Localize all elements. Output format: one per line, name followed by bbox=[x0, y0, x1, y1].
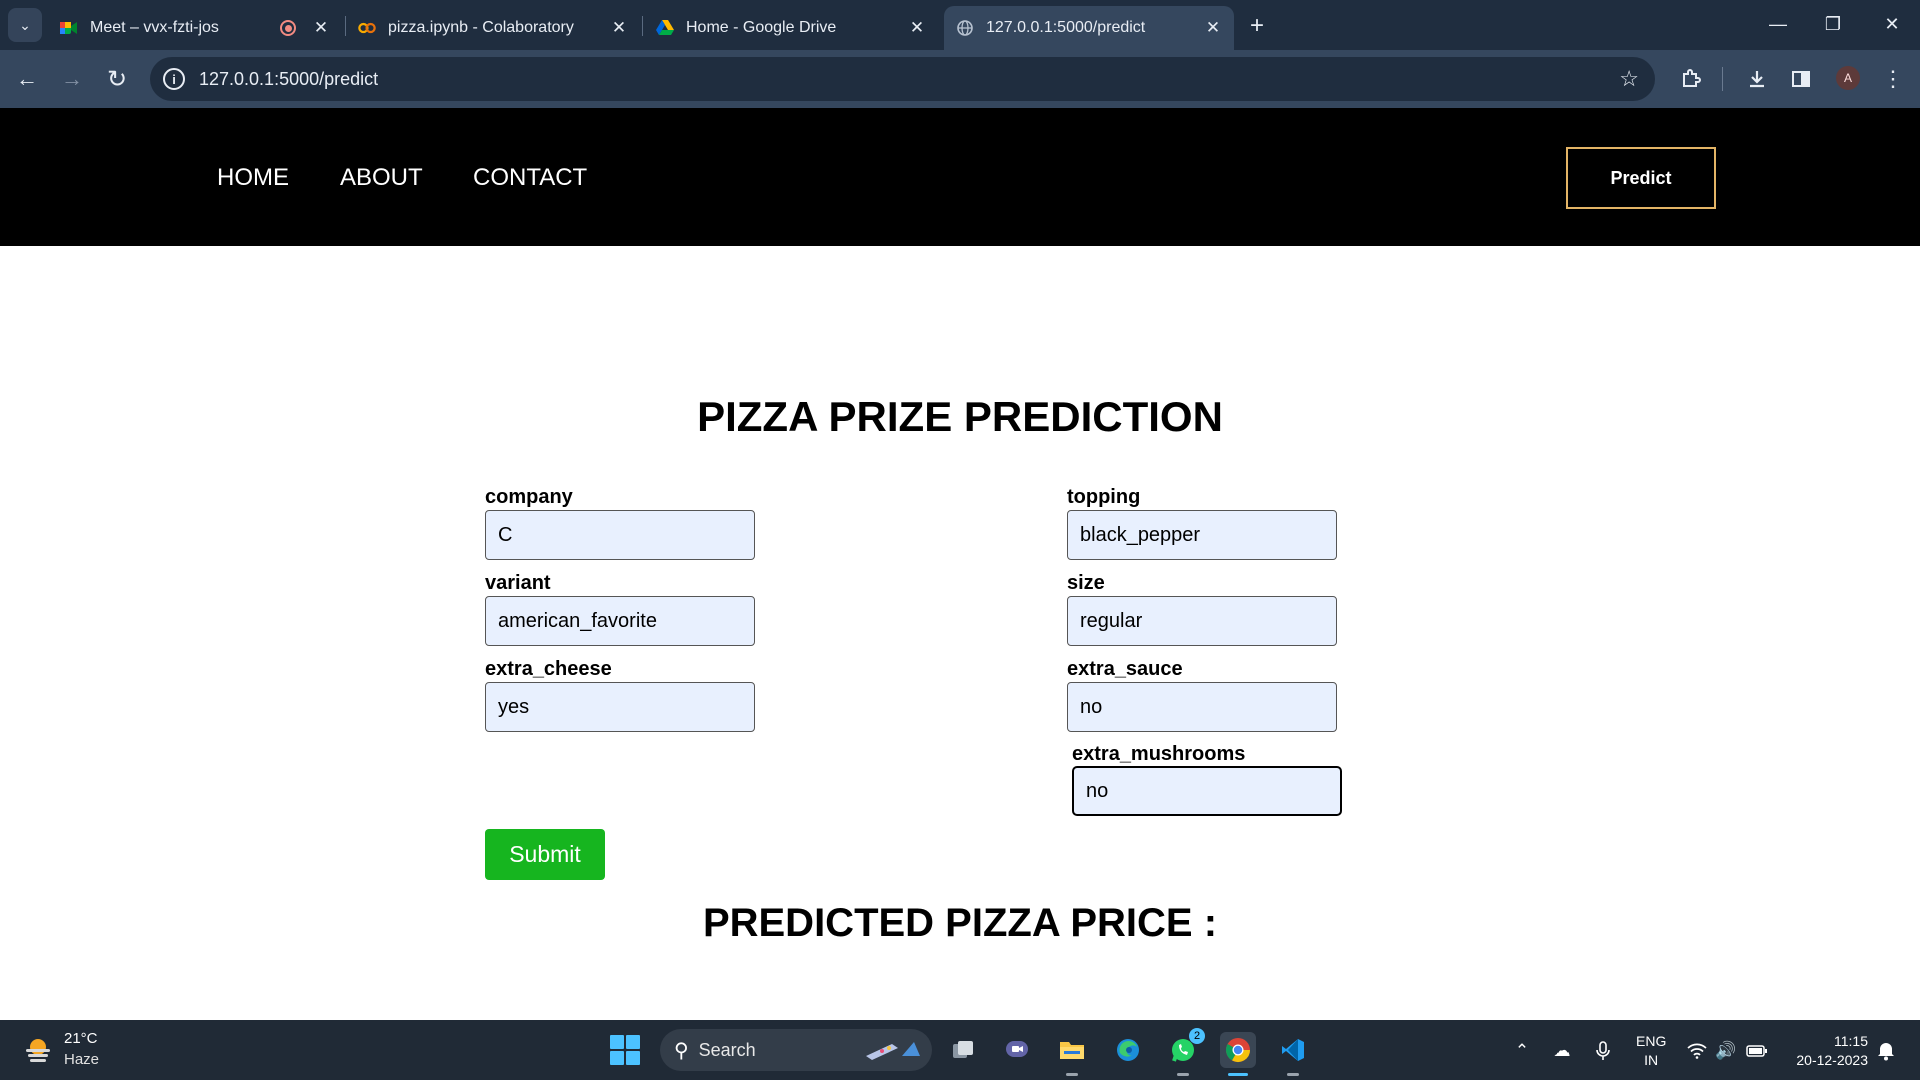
clock-time: 11:15 bbox=[1834, 1033, 1868, 1049]
close-icon[interactable]: ✕ bbox=[1202, 17, 1224, 39]
notification-bell-icon[interactable] bbox=[1873, 1038, 1899, 1064]
extra-cheese-label: extra_cheese bbox=[485, 658, 612, 680]
clock-date: 20-12-2023 bbox=[1796, 1052, 1868, 1068]
tab-title: Home - Google Drive bbox=[686, 19, 837, 36]
site-navbar: HOME ABOUT CONTACT Predict bbox=[0, 108, 1920, 246]
minimize-button[interactable]: — bbox=[1758, 8, 1798, 40]
language-region: IN bbox=[1644, 1052, 1659, 1068]
task-view-icon[interactable] bbox=[945, 1032, 981, 1068]
site-info-icon[interactable]: i bbox=[163, 68, 185, 90]
taskbar-search[interactable]: ⚲ Search bbox=[660, 1029, 932, 1071]
reload-button[interactable]: ↻ bbox=[100, 62, 134, 96]
back-button[interactable]: ← bbox=[10, 62, 44, 96]
download-icon[interactable] bbox=[1742, 64, 1772, 94]
tab-separator bbox=[345, 16, 346, 36]
taskbar-clock[interactable]: 11:15 20-12-2023 bbox=[1786, 1032, 1868, 1070]
toolbar-divider bbox=[1722, 67, 1723, 91]
tab-title: Meet – vvx-fzti-jos bbox=[90, 19, 219, 36]
company-input[interactable] bbox=[485, 510, 755, 560]
extra-sauce-label: extra_sauce bbox=[1067, 658, 1183, 680]
extensions-icon[interactable] bbox=[1676, 64, 1706, 94]
haze-weather-icon[interactable] bbox=[22, 1034, 54, 1066]
side-panel-icon[interactable] bbox=[1786, 64, 1816, 94]
edge-browser-icon[interactable] bbox=[1110, 1032, 1146, 1068]
onedrive-cloud-icon[interactable]: ☁ bbox=[1549, 1038, 1575, 1064]
predicted-price-heading: PREDICTED PIZZA PRICE : bbox=[702, 901, 1218, 945]
whatsapp-notification-badge: 2 bbox=[1189, 1028, 1205, 1044]
tab-google-drive[interactable]: Home - Google Drive ✕ bbox=[646, 6, 938, 50]
size-input[interactable] bbox=[1067, 596, 1337, 646]
teams-chat-icon[interactable] bbox=[999, 1032, 1035, 1068]
tab-title: pizza.ipynb - Colaboratory bbox=[388, 19, 574, 36]
google-drive-icon bbox=[656, 19, 674, 37]
whatsapp-icon[interactable]: 2 bbox=[1165, 1028, 1205, 1076]
tab-title: 127.0.0.1:5000/predict bbox=[986, 19, 1146, 36]
volume-icon[interactable]: 🔊 bbox=[1713, 1038, 1739, 1064]
extra-cheese-input[interactable] bbox=[485, 682, 755, 732]
bookmark-star-icon[interactable]: ☆ bbox=[1619, 66, 1639, 92]
tab-meet[interactable]: Meet – vvx-fzti-jos ✕ bbox=[50, 6, 342, 50]
weather-temperature: 21°C bbox=[64, 1030, 98, 1047]
topping-label: topping bbox=[1067, 486, 1141, 508]
weather-description: Haze bbox=[64, 1051, 100, 1068]
chrome-taskbar-icon[interactable] bbox=[1220, 1032, 1256, 1076]
colab-icon bbox=[358, 19, 376, 37]
chevron-down-icon: ⌄ bbox=[19, 16, 31, 33]
close-icon[interactable]: ✕ bbox=[310, 17, 332, 39]
extra-mushrooms-label: extra_mushrooms bbox=[1072, 743, 1246, 765]
file-explorer-icon[interactable] bbox=[1054, 1032, 1090, 1076]
search-highlight-icon bbox=[866, 1042, 920, 1060]
forward-button[interactable]: → bbox=[55, 62, 89, 96]
battery-icon[interactable] bbox=[1744, 1038, 1770, 1064]
tab-search-button[interactable]: ⌄ bbox=[8, 8, 42, 42]
google-meet-icon bbox=[60, 19, 78, 37]
submit-button[interactable]: Submit bbox=[485, 829, 605, 880]
tab-predict[interactable]: 127.0.0.1:5000/predict ✕ bbox=[944, 6, 1234, 50]
nav-about-link[interactable]: ABOUT bbox=[340, 164, 423, 192]
variant-input[interactable] bbox=[485, 596, 755, 646]
page-viewport: HOME ABOUT CONTACT Predict PIZZA PRIZE P… bbox=[0, 108, 1920, 1020]
topping-input[interactable] bbox=[1067, 510, 1337, 560]
close-icon[interactable]: ✕ bbox=[608, 17, 630, 39]
browser-toolbar: ← → ↻ i 127.0.0.1:5000/predict ☆ A ⋮ bbox=[0, 50, 1920, 108]
taskbar-search-label: Search bbox=[698, 1039, 756, 1060]
page-title: PIZZA PRIZE PREDICTION bbox=[697, 393, 1223, 440]
address-bar[interactable]: i 127.0.0.1:5000/predict ☆ bbox=[150, 57, 1655, 101]
search-icon: ⚲ bbox=[674, 1039, 689, 1062]
extra-mushrooms-input[interactable] bbox=[1072, 766, 1342, 816]
address-url[interactable]: 127.0.0.1:5000/predict bbox=[199, 69, 378, 90]
tab-separator bbox=[642, 16, 643, 36]
nav-home-link[interactable]: HOME bbox=[217, 164, 289, 192]
menu-kebab-icon[interactable]: ⋮ bbox=[1878, 64, 1908, 94]
tab-colab[interactable]: pizza.ipynb - Colaboratory ✕ bbox=[348, 6, 640, 50]
input-language[interactable]: ENG IN bbox=[1636, 1032, 1666, 1070]
variant-label: variant bbox=[485, 572, 551, 594]
new-tab-button[interactable]: + bbox=[1243, 12, 1271, 40]
predict-nav-button[interactable]: Predict bbox=[1566, 147, 1716, 209]
company-label: company bbox=[485, 486, 573, 508]
browser-tab-strip: ⌄ Meet – vvx-fzti-jos ✕ pizza.ipynb - Co… bbox=[0, 0, 1920, 50]
windows-taskbar: 21°C Haze ⚲ Search 2 ⌃ ☁ ENG IN 🔊 11:15 … bbox=[0, 1020, 1920, 1080]
restore-button[interactable]: ❐ bbox=[1813, 8, 1853, 40]
microphone-icon[interactable] bbox=[1590, 1038, 1616, 1064]
windows-start-button[interactable] bbox=[610, 1035, 640, 1065]
chevron-up-icon[interactable]: ⌃ bbox=[1509, 1038, 1535, 1064]
close-icon[interactable]: ✕ bbox=[906, 17, 928, 39]
nav-contact-link[interactable]: CONTACT bbox=[473, 164, 587, 192]
language-code: ENG bbox=[1636, 1033, 1667, 1049]
size-label: size bbox=[1067, 572, 1105, 594]
wifi-icon[interactable] bbox=[1684, 1038, 1710, 1064]
globe-icon bbox=[956, 19, 974, 37]
recording-icon bbox=[280, 20, 296, 36]
vscode-icon[interactable] bbox=[1275, 1032, 1311, 1076]
extra-sauce-input[interactable] bbox=[1067, 682, 1337, 732]
profile-avatar[interactable]: A bbox=[1836, 66, 1860, 90]
close-window-button[interactable]: ✕ bbox=[1872, 8, 1912, 40]
